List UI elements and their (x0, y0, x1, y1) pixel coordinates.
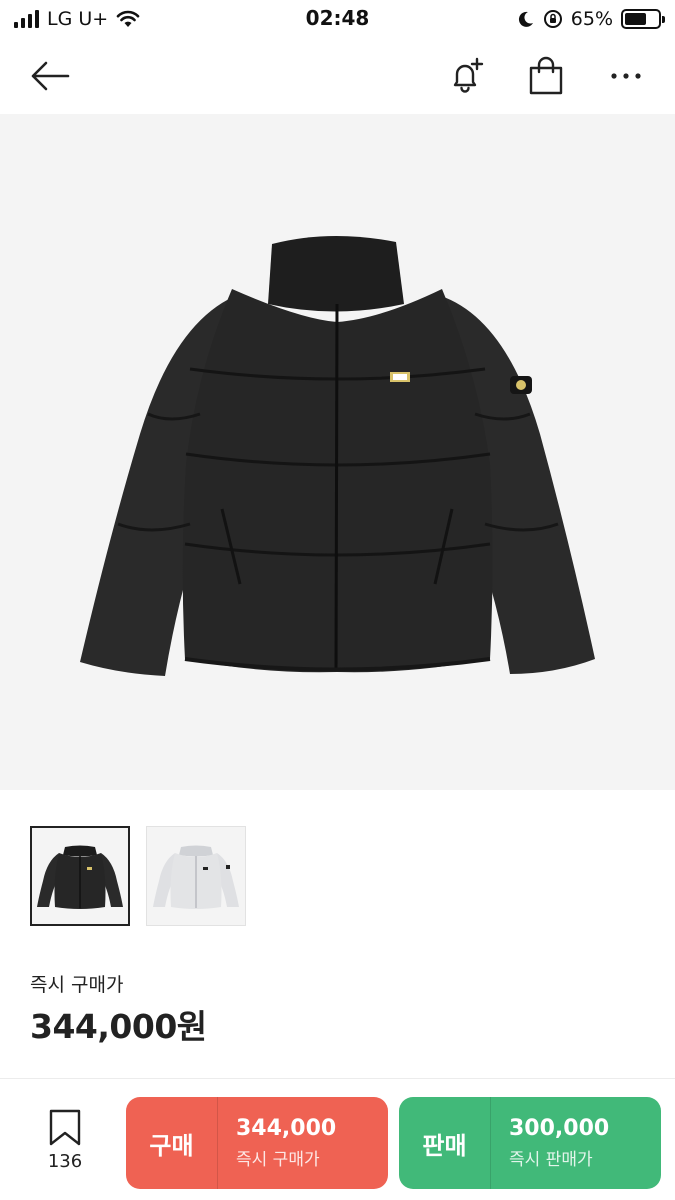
instant-buy-price-label: 즉시 구매가 (30, 974, 124, 996)
thumbnail-white[interactable] (146, 826, 246, 926)
bottom-action-bar: 136 구매 344,000 즉시 구매가 판매 300,000 즉시 판매가 (0, 1078, 675, 1200)
thumbnail-black[interactable] (30, 826, 130, 926)
sell-button[interactable]: 판매 300,000 즉시 판매가 (399, 1097, 661, 1189)
buy-button[interactable]: 구매 344,000 즉시 구매가 (126, 1097, 388, 1189)
rotation-lock-icon (543, 10, 562, 28)
thumbnail-list (30, 826, 246, 926)
shopping-bag-icon (529, 56, 563, 95)
back-button[interactable] (18, 38, 82, 114)
sell-info: 300,000 즉시 판매가 (491, 1116, 609, 1170)
status-right: 65% (517, 6, 665, 32)
bookmark-icon (49, 1109, 81, 1146)
more-icon (611, 73, 641, 79)
back-arrow-icon (31, 61, 70, 91)
buy-label: 구매 (126, 1097, 218, 1189)
more-button[interactable] (596, 38, 656, 114)
sell-sub-label: 즉시 판매가 (509, 1150, 593, 1170)
status-bar: LG U+ 02:48 65% (0, 0, 675, 38)
buy-price: 344,000 (236, 1116, 337, 1141)
battery-fill (625, 13, 646, 25)
cart-button[interactable] (516, 38, 576, 114)
alert-button[interactable] (436, 38, 496, 114)
sell-label: 판매 (399, 1097, 491, 1189)
battery-percent: 65% (570, 8, 613, 30)
top-nav (0, 38, 675, 114)
moon-icon (518, 11, 533, 27)
buy-sub-label: 즉시 구매가 (236, 1150, 320, 1170)
sell-price: 300,000 (509, 1116, 610, 1141)
buy-info: 344,000 즉시 구매가 (218, 1116, 336, 1170)
battery-icon (621, 9, 665, 29)
bell-plus-icon (453, 57, 484, 93)
product-image[interactable] (0, 114, 675, 790)
instant-buy-price: 344,000원 (30, 1007, 207, 1046)
wish-count: 136 (47, 1151, 83, 1172)
jacket-thumbnail-white (153, 845, 239, 909)
wish-button[interactable]: 136 (30, 1109, 100, 1172)
jacket-image (80, 235, 595, 676)
jacket-thumbnail-black (37, 845, 123, 909)
